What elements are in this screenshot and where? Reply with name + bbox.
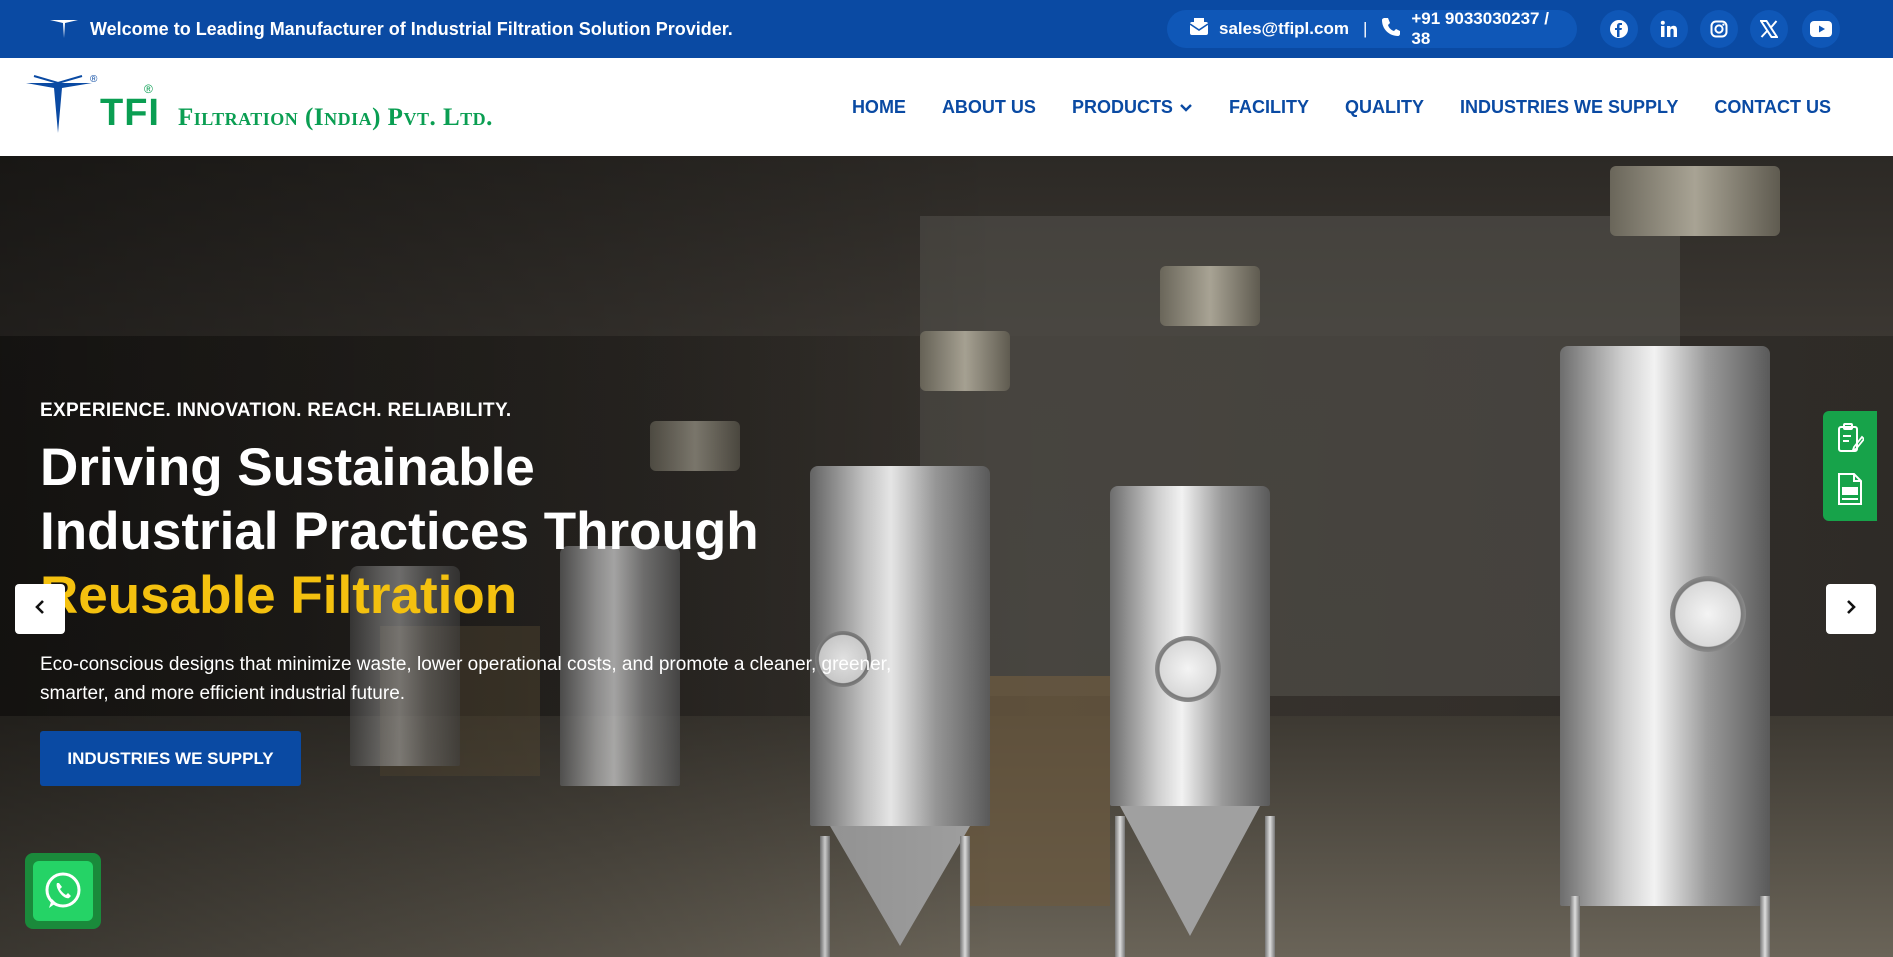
linkedin-icon[interactable] — [1650, 10, 1688, 48]
hero-headline-line2: Industrial Practices Through — [40, 502, 759, 561]
company-logo[interactable]: TFI ® ® Filtration (India) Pvt. Ltd. — [24, 74, 493, 140]
logo-registered-mark: ® — [90, 74, 98, 85]
tfi-logo-mark-icon — [24, 73, 94, 140]
nav-home[interactable]: HOME — [852, 97, 906, 118]
nav-industries-we-supply[interactable]: INDUSTRIES WE SUPPLY — [1460, 97, 1678, 118]
nav-products[interactable]: PRODUCTS — [1072, 97, 1193, 118]
pdf-file-icon — [1837, 473, 1863, 510]
hero-headline-accent: Reusable Filtration — [40, 566, 518, 625]
email-link[interactable]: sales@tfipl.com — [1219, 19, 1349, 39]
floating-side-panel — [1823, 411, 1877, 521]
youtube-icon[interactable] — [1802, 10, 1840, 48]
whatsapp-chat-button[interactable] — [25, 853, 101, 929]
logo-tfi-text: TFI — [100, 92, 160, 134]
phone-icon — [1381, 17, 1401, 42]
hero-subtext: Eco-conscious designs that minimize wast… — [40, 654, 892, 704]
email-icon — [1189, 17, 1209, 41]
whatsapp-icon — [33, 861, 93, 921]
nav-quality[interactable]: QUALITY — [1345, 97, 1424, 118]
logo-company-name: Filtration (India) Pvt. Ltd. — [177, 104, 493, 131]
logo-registered-mark-2: ® — [144, 82, 153, 96]
hero-headline-line1: Driving Sustainable — [40, 438, 535, 497]
hero-slider: EXPERIENCE. INNOVATION. REACH. RELIABILI… — [0, 156, 1893, 957]
brochure-pdf-button[interactable] — [1829, 471, 1871, 513]
hero-eyebrow: EXPERIENCE. INNOVATION. REACH. RELIABILI… — [40, 400, 512, 421]
welcome-text: Welcome to Leading Manufacturer of Indus… — [90, 18, 733, 39]
clipboard-edit-icon — [1836, 423, 1866, 458]
slider-next-button[interactable] — [1826, 584, 1876, 634]
chevron-down-icon — [1179, 97, 1193, 118]
top-bar: Welcome to Leading Manufacturer of Indus… — [0, 0, 1893, 58]
industries-we-supply-button[interactable]: INDUSTRIES WE SUPPLY — [40, 731, 301, 786]
main-header: TFI ® ® Filtration (India) Pvt. Ltd. HOM… — [0, 58, 1893, 156]
slider-prev-button[interactable] — [15, 584, 65, 634]
nav-facility[interactable]: FACILITY — [1229, 97, 1309, 118]
nav-contact-us[interactable]: CONTACT US — [1714, 97, 1831, 118]
welcome-message: Welcome to Leading Manufacturer of Indus… — [48, 0, 733, 58]
instagram-icon[interactable] — [1700, 10, 1738, 48]
hero-headline: Driving Sustainable Industrial Practices… — [40, 436, 940, 628]
chevron-right-icon — [1845, 599, 1857, 620]
main-nav: HOME ABOUT US PRODUCTS FACILITY QUALITY … — [852, 58, 1831, 156]
nav-about-us[interactable]: ABOUT US — [942, 97, 1036, 118]
contact-info: sales@tfipl.com | +91 9033030237 / 38 — [1167, 9, 1577, 49]
nav-products-label: PRODUCTS — [1071, 96, 1173, 117]
enquiry-button[interactable] — [1829, 420, 1871, 462]
phone-link[interactable]: +91 9033030237 / 38 — [1411, 9, 1555, 49]
x-icon[interactable] — [1750, 10, 1788, 48]
chevron-left-icon — [34, 599, 46, 620]
facebook-icon[interactable] — [1600, 10, 1638, 48]
tfi-mini-logo-icon — [48, 15, 80, 44]
contact-separator: | — [1362, 19, 1368, 38]
